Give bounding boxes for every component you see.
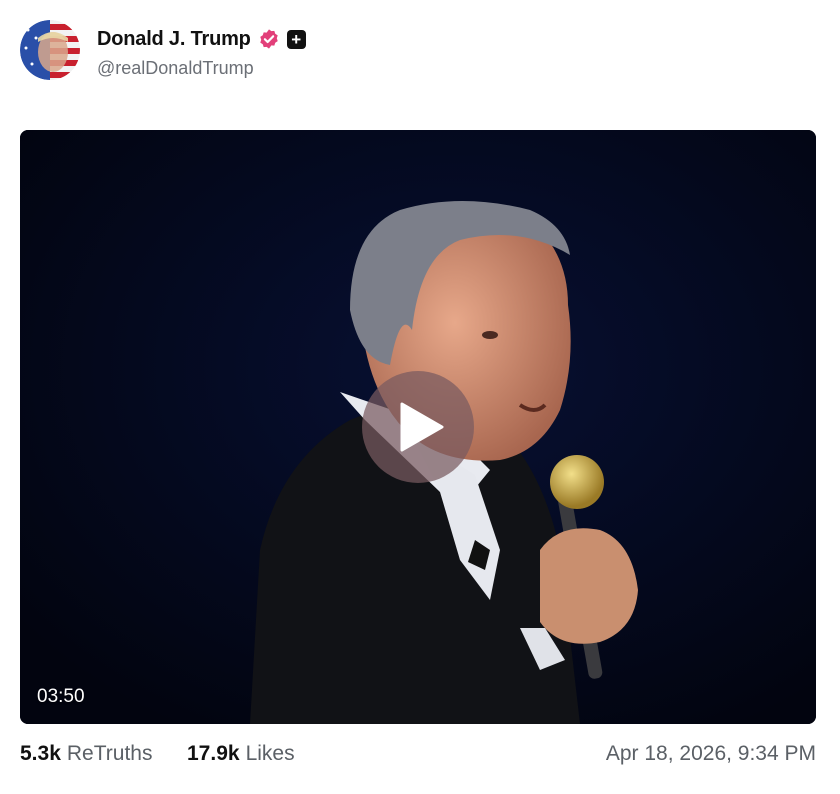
likes-label: Likes [245,742,295,765]
author-name-row: Donald J. Trump + [97,26,306,52]
post-header: Donald J. Trump + @realDonaldTrump [20,20,620,82]
post-timestamp[interactable]: Apr 18, 2026, 9:34 PM [606,742,816,766]
plus-badge-icon: + [286,29,306,49]
retruths-label: ReTruths [66,742,153,765]
play-icon [400,402,444,452]
video-duration: 03:50 [37,686,85,707]
play-button[interactable] [362,371,474,483]
retruths-stat[interactable]: 5.3k ReTruths [20,742,152,766]
author-handle[interactable]: @realDonaldTrump [97,58,254,79]
retruths-count: 5.3k [20,742,61,765]
likes-count: 17.9k [187,742,240,765]
author-display-name[interactable]: Donald J. Trump [97,28,251,51]
post-footer: 5.3k ReTruths 17.9k Likes Apr 18, 2026, … [20,740,816,770]
video-player[interactable]: 03:50 [20,130,816,724]
likes-stat[interactable]: 17.9k Likes [187,742,295,766]
avatar[interactable] [20,20,80,80]
verified-badge-icon [259,29,278,49]
